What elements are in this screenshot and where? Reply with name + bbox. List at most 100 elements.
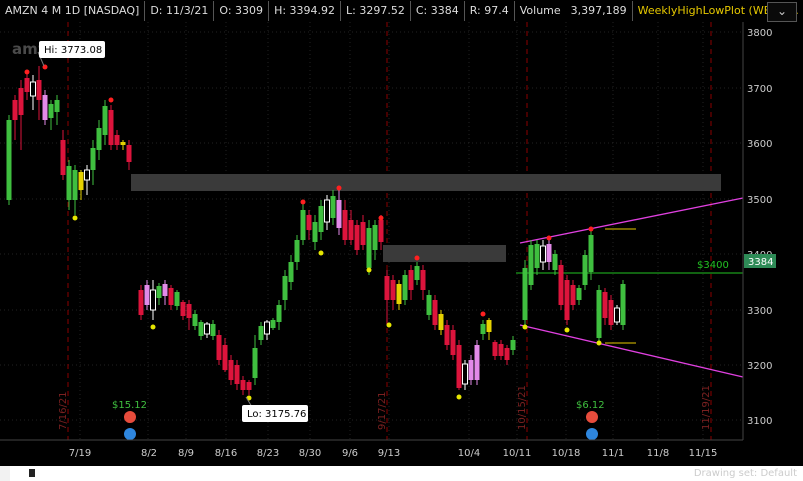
- swing-low-dot: [386, 322, 392, 328]
- swing-high-dot: [480, 311, 486, 317]
- swing-low-dot: [318, 250, 324, 256]
- candle-body: [24, 78, 30, 92]
- candle-body: [402, 275, 408, 300]
- time-tick: 8/16: [215, 448, 237, 459]
- candle-body: [258, 326, 264, 340]
- dividend-icon[interactable]: [124, 428, 136, 440]
- candles[interactable]: [6, 64, 626, 401]
- time-tick: 9/6: [342, 448, 358, 459]
- candle-body: [186, 304, 192, 318]
- candle-body: [504, 348, 510, 360]
- scroll-handle[interactable]: [29, 469, 35, 477]
- open-value: O: 3309: [214, 1, 270, 21]
- price-tick: 3300: [747, 306, 772, 317]
- price-axis[interactable]: 3800 3700 3600 3500 3400 3300 3200 3100: [747, 28, 772, 427]
- volume-label: Volume: [519, 4, 561, 17]
- candle-body: [270, 320, 276, 328]
- lower-trendline[interactable]: [519, 324, 744, 378]
- candle-body: [294, 240, 300, 262]
- event-marker-label: 10/15/21: [517, 385, 528, 430]
- date-value: D: 11/3/21: [145, 1, 215, 21]
- candle-body: [588, 235, 594, 272]
- earnings-value: $15.12: [112, 400, 147, 411]
- swing-high-dot: [336, 185, 342, 191]
- candle-body: [72, 170, 78, 200]
- candle-body: [228, 360, 234, 380]
- time-tick: 10/11: [503, 448, 532, 459]
- candle-body: [438, 314, 444, 330]
- candle-body: [546, 244, 552, 262]
- candle-body: [462, 363, 468, 385]
- candle-body: [468, 360, 474, 380]
- candle-body: [246, 382, 252, 390]
- time-tick: 8/30: [299, 448, 321, 459]
- candle-body: [552, 254, 558, 270]
- price-zone[interactable]: [383, 245, 506, 262]
- high-value: H: 3394.92: [269, 1, 342, 21]
- earnings-value: $6.12: [576, 400, 605, 411]
- time-tick: 11/1: [602, 448, 624, 459]
- candle-body: [620, 284, 626, 325]
- swing-low-dot: [456, 394, 462, 400]
- candle-body: [576, 288, 582, 300]
- candle-body: [614, 307, 620, 323]
- candle-body: [324, 199, 330, 223]
- swing-low-dot: [366, 267, 372, 273]
- drawing-set-status[interactable]: Drawing set: Default: [694, 466, 797, 481]
- price-chart[interactable]: amzn 7/16/21 9/17/21 10/15/21 11/19/21 $…: [0, 22, 803, 466]
- price-zone[interactable]: [131, 174, 721, 191]
- candle-body: [366, 228, 372, 268]
- upper-trendline[interactable]: [519, 197, 744, 244]
- candle-body: [354, 225, 360, 250]
- symbol-label[interactable]: AMZN 4 M 1D [NASDAQ]: [0, 1, 146, 21]
- dividend-icon[interactable]: [586, 428, 598, 440]
- candle-body: [378, 220, 384, 242]
- time-tick: 7/19: [69, 448, 91, 459]
- time-tick: 11/8: [647, 448, 669, 459]
- candle-body: [234, 365, 240, 384]
- collapse-icon[interactable]: ⌄: [767, 2, 797, 22]
- price-tick: 3500: [747, 195, 772, 206]
- candle-body: [330, 196, 336, 218]
- candle-body: [534, 244, 540, 268]
- candle-body: [456, 345, 462, 388]
- candle-body: [408, 270, 414, 290]
- candle-body: [492, 342, 498, 356]
- candle-body: [240, 380, 246, 390]
- candle-body: [282, 276, 288, 300]
- price-tick: 3600: [747, 139, 772, 150]
- earnings-icon[interactable]: [586, 411, 598, 423]
- candle-body: [66, 166, 72, 200]
- candle-body: [162, 284, 168, 296]
- candle-body: [342, 210, 348, 240]
- candle-body: [48, 104, 54, 118]
- time-axis[interactable]: 7/19 8/2 8/9 8/16 8/23 8/30 9/6 9/13 10/…: [69, 448, 718, 459]
- earnings-icon[interactable]: [124, 411, 136, 423]
- swing-low-dot: [564, 327, 570, 333]
- candle-body: [30, 81, 36, 97]
- candle-body: [288, 262, 294, 282]
- candle-body: [36, 80, 42, 100]
- candle-body: [608, 300, 614, 325]
- candle-body: [6, 120, 12, 200]
- candle-body: [252, 348, 258, 378]
- swing-high-dot: [108, 97, 114, 103]
- swing-high-dot: [300, 199, 306, 205]
- time-tick: 9/13: [378, 448, 400, 459]
- swing-high-dot: [414, 255, 420, 261]
- candle-body: [312, 222, 318, 242]
- footer-pad: [0, 466, 10, 481]
- candle-body: [42, 95, 48, 120]
- candle-body: [480, 324, 486, 334]
- volume-value: 3,397,189: [566, 1, 633, 21]
- candle-body: [150, 289, 156, 311]
- candle-body: [54, 100, 60, 112]
- candle-body: [78, 172, 84, 190]
- candle-body: [372, 225, 378, 250]
- time-tick: 10/4: [458, 448, 480, 459]
- time-tick: 8/23: [257, 448, 279, 459]
- candle-body: [510, 340, 516, 350]
- event-marker-label: 11/19/21: [701, 385, 712, 430]
- candle-body: [174, 292, 180, 306]
- candle-body: [180, 302, 186, 316]
